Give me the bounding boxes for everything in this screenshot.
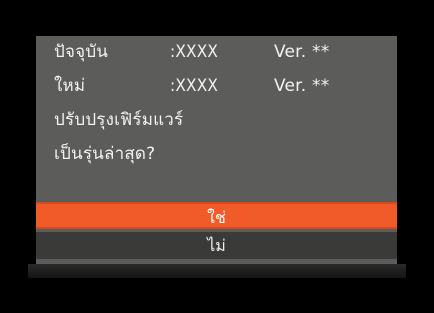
current-firmware-label: ปัจจุบัน xyxy=(54,42,109,62)
current-firmware-value: :XXXX xyxy=(170,42,219,62)
new-firmware-version: Ver. ** xyxy=(274,76,330,96)
camera-screen-bezel: ปัจจุบัน :XXXX Ver. ** ใหม่ :XXXX Ver. *… xyxy=(0,0,434,313)
prompt-line-2: เป็นรุ่นล่าสุด? xyxy=(54,144,156,164)
new-firmware-value: :XXXX xyxy=(170,76,219,96)
firmware-update-dialog: ปัจจุบัน :XXXX Ver. ** ใหม่ :XXXX Ver. *… xyxy=(36,36,397,264)
prompt-line-1: ปรับปรุงเฟิร์มแวร์ xyxy=(54,110,184,130)
screen-lower-edge xyxy=(28,264,406,278)
new-firmware-label: ใหม่ xyxy=(54,76,86,96)
current-firmware-version: Ver. ** xyxy=(274,42,330,62)
no-option-button[interactable]: ไม่ xyxy=(36,232,397,259)
yes-option-button[interactable]: ใช่ xyxy=(36,202,397,229)
